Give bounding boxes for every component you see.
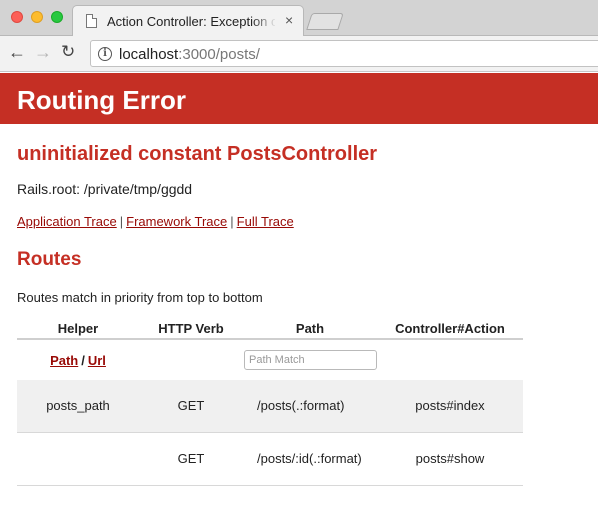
trace-separator: | <box>119 214 124 229</box>
framework-trace-link[interactable]: Framework Trace <box>126 214 227 229</box>
route-action: posts#show <box>415 451 485 466</box>
url-text[interactable]: localhost:3000/posts/ <box>119 46 260 63</box>
routes-description: Routes match in priority from top to bot… <box>17 290 263 305</box>
page-icon <box>86 14 97 28</box>
header-controller-action: Controller#Action <box>395 321 505 336</box>
url-host: localhost <box>119 46 179 63</box>
close-window-button[interactable] <box>11 11 23 23</box>
route-verb: GET <box>177 451 205 466</box>
error-header: Routing Error <box>0 73 598 124</box>
helper-toggle: Path / Url <box>17 353 139 368</box>
browser-toolbar: ← → ↻ i localhost:3000/posts/ <box>0 36 598 72</box>
browser-tab-strip: Action Controller: Exception caught × <box>0 0 598 36</box>
forward-arrow-icon[interactable]: → <box>34 42 52 62</box>
header-helper: Helper <box>57 321 99 336</box>
url-toggle-link[interactable]: Url <box>88 353 106 368</box>
route-verb: GET <box>177 398 205 413</box>
routes-heading: Routes <box>17 249 82 270</box>
url-path: :3000/posts/ <box>178 46 260 63</box>
table-row: posts_path GET /posts(.:format) posts#in… <box>17 380 523 433</box>
rails-root: Rails.root: /private/tmp/ggdd <box>17 181 193 197</box>
path-toggle-link[interactable]: Path <box>50 353 78 368</box>
zoom-window-button[interactable] <box>51 11 63 23</box>
full-trace-link[interactable]: Full Trace <box>237 214 294 229</box>
toggle-separator: / <box>81 353 85 368</box>
header-http-verb: HTTP Verb <box>158 321 224 336</box>
path-match-input[interactable] <box>244 350 377 370</box>
route-path: /posts(.:format) <box>257 398 345 413</box>
header-path: Path <box>295 321 325 336</box>
new-tab-button[interactable] <box>306 13 344 30</box>
info-icon[interactable]: i <box>98 47 112 61</box>
route-path: /posts/:id(.:format) <box>257 451 362 466</box>
reload-icon[interactable]: ↻ <box>61 42 75 62</box>
trace-separator: | <box>230 214 234 229</box>
table-row: GET /posts/:id(.:format) posts#show <box>17 433 523 486</box>
minimize-window-button[interactable] <box>31 11 43 23</box>
filter-row: Path / Url <box>17 340 523 380</box>
route-action: posts#index <box>415 398 485 413</box>
trace-links: Application Trace | Framework Trace | Full T… <box>17 214 294 229</box>
page-title: Routing Error <box>17 85 186 115</box>
application-trace-link[interactable]: Application Trace <box>17 214 117 229</box>
tab-title: Action Controller: Exception caught <box>107 14 275 29</box>
routes-table-header: Helper HTTP Verb Path Controller#Action <box>17 317 523 340</box>
tab-close-icon[interactable]: × <box>285 12 293 28</box>
error-message: uninitialized constant PostsController <box>17 143 378 165</box>
route-helper: posts_path <box>46 398 110 413</box>
address-bar[interactable]: i localhost:3000/posts/ <box>90 40 598 67</box>
back-arrow-icon[interactable]: ← <box>8 42 26 62</box>
browser-tab[interactable]: Action Controller: Exception caught × <box>72 5 304 36</box>
